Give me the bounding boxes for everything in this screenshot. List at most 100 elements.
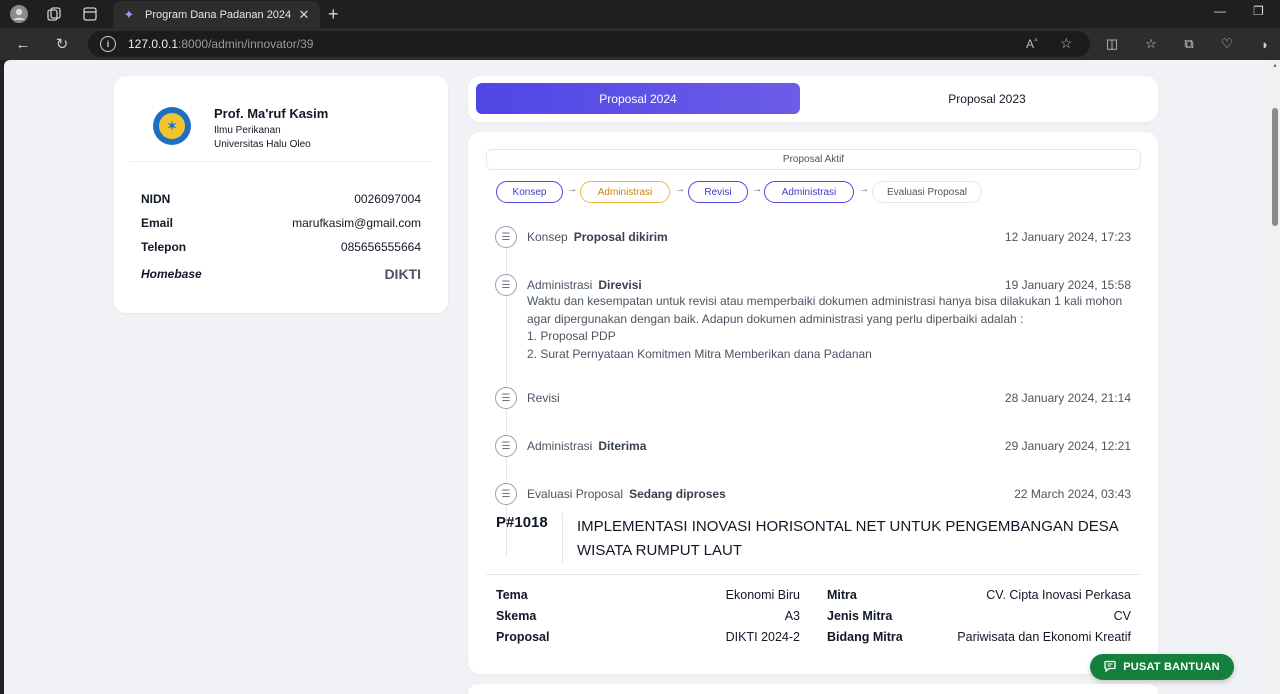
scroll-up-icon[interactable]: ▲ bbox=[1271, 63, 1279, 71]
tab-proposal-2024[interactable]: Proposal 2024 bbox=[476, 83, 800, 114]
detail-label: Jenis Mitra bbox=[827, 609, 893, 623]
profile-divider bbox=[130, 161, 432, 162]
scroll-thumb[interactable] bbox=[1272, 108, 1278, 226]
split-screen-icon[interactable]: ◫ bbox=[1101, 34, 1123, 54]
chat-icon bbox=[1104, 660, 1116, 675]
tab-title: Program Dana Padanan 2024 bbox=[145, 8, 292, 21]
site-info-icon[interactable]: i bbox=[100, 36, 116, 52]
detail-value: A3 bbox=[784, 609, 800, 623]
note-item: 1. Proposal PDP bbox=[527, 329, 616, 343]
detail-value: Ekonomi Biru bbox=[725, 588, 800, 602]
step-administrasi-1[interactable]: Administrasi bbox=[580, 181, 670, 203]
timeline-status: Diterima bbox=[598, 439, 647, 453]
timeline-item: Konsep Proposal dikirim 12 January 2024, … bbox=[527, 230, 1131, 244]
detail-label: Tema bbox=[496, 588, 528, 602]
row-label: Email bbox=[141, 216, 174, 230]
tab-close-icon[interactable]: ✕ bbox=[296, 7, 312, 23]
profile-avatar-icon[interactable] bbox=[8, 4, 30, 24]
detail-row-mitra: Mitra CV. Cipta Inovasi Perkasa bbox=[827, 588, 1131, 602]
detail-label: Mitra bbox=[827, 588, 857, 602]
proposal-divider bbox=[486, 574, 1141, 575]
timeline-stage: Evaluasi Proposal bbox=[527, 487, 624, 501]
browser-tab-active[interactable]: ✦ Program Dana Padanan 2024 ✕ bbox=[113, 1, 320, 28]
profile-university: Universitas Halu Oleo bbox=[214, 139, 311, 150]
next-card bbox=[468, 684, 1158, 694]
collections-toolbar-icon[interactable]: ⧉ bbox=[1178, 34, 1200, 54]
arrow-right-icon: → bbox=[675, 184, 685, 195]
timeline-stage: Revisi bbox=[527, 391, 560, 405]
detail-row-skema: Skema A3 bbox=[496, 609, 800, 623]
row-label: Homebase bbox=[141, 267, 202, 281]
collections-icon[interactable] bbox=[43, 4, 65, 24]
url-host: 127.0.0.1 bbox=[128, 37, 179, 51]
page-viewport: ✶ Prof. Ma'ruf Kasim Ilmu Perikanan Univ… bbox=[4, 60, 1270, 694]
site-favicon-icon: ✦ bbox=[123, 6, 135, 22]
restore-icon[interactable]: ❐ bbox=[1253, 4, 1264, 18]
address-bar[interactable]: i 127.0.0.1:8000/admin/innovator/39 Aᐞ ☆ bbox=[88, 31, 1090, 57]
timeline-item: Revisi 28 January 2024, 21:14 bbox=[527, 391, 1131, 405]
timeline-status: Direvisi bbox=[598, 278, 642, 292]
step-revisi[interactable]: Revisi bbox=[688, 181, 748, 203]
proposal-code: P#1018 bbox=[496, 514, 548, 531]
refresh-icon[interactable]: ↻ bbox=[51, 34, 73, 54]
sliders-icon: ☰ bbox=[495, 483, 517, 505]
arrow-right-icon: → bbox=[752, 184, 762, 195]
profile-row-telepon: Telepon 085656555664 bbox=[141, 240, 421, 254]
copilot-icon[interactable]: ◗ bbox=[1254, 34, 1276, 54]
detail-row-bidang-mitra: Bidang Mitra Pariwisata dan Ekonomi Krea… bbox=[827, 630, 1131, 644]
profile-name: Prof. Ma'ruf Kasim bbox=[214, 106, 329, 121]
timeline-time: 22 March 2024, 03:43 bbox=[1014, 487, 1131, 501]
proposal-title: IMPLEMENTASI INOVASI HORISONTAL NET UNTU… bbox=[577, 518, 1118, 559]
sliders-icon: ☰ bbox=[495, 274, 517, 296]
row-label: NIDN bbox=[141, 192, 171, 206]
timeline-status: Sedang diproses bbox=[629, 487, 726, 501]
institution-logo: ✶ bbox=[153, 107, 191, 145]
row-value: DIKTI bbox=[384, 266, 421, 282]
detail-value: CV bbox=[1113, 609, 1131, 623]
detail-value: CV. Cipta Inovasi Perkasa bbox=[986, 588, 1131, 602]
step-konsep[interactable]: Konsep bbox=[496, 181, 563, 203]
read-aloud-icon[interactable]: Aᐞ bbox=[1026, 37, 1038, 51]
favorites-icon[interactable]: ☆ bbox=[1140, 34, 1162, 54]
arrow-right-icon: → bbox=[859, 184, 869, 195]
timeline-item: Administrasi Direvisi 19 January 2024, 15… bbox=[527, 278, 1131, 292]
profile-field: Ilmu Perikanan bbox=[214, 125, 281, 136]
profile-row-nidn: NIDN 0026097004 bbox=[141, 192, 421, 206]
help-button-label: PUSAT BANTUAN bbox=[1123, 661, 1220, 673]
detail-value: Pariwisata dan Ekonomi Kreatif bbox=[957, 630, 1131, 644]
performance-icon[interactable]: ♡ bbox=[1216, 34, 1238, 54]
timeline-item: Administrasi Diterima 29 January 2024, 12… bbox=[527, 439, 1131, 453]
row-value: marufkasim@gmail.com bbox=[292, 216, 421, 230]
timeline-time: 19 January 2024, 15:58 bbox=[1004, 278, 1131, 292]
timeline-time: 28 January 2024, 21:14 bbox=[1004, 391, 1131, 405]
page-scrollbar[interactable]: ▲ bbox=[1270, 60, 1280, 694]
detail-label: Proposal bbox=[496, 630, 550, 644]
row-label: Telepon bbox=[141, 240, 187, 254]
active-proposal-label: Proposal Aktif bbox=[486, 149, 1141, 170]
timeline-time: 12 January 2024, 17:23 bbox=[1004, 230, 1131, 244]
profile-row-email: Email marufkasim@gmail.com bbox=[141, 216, 421, 230]
note-paragraph: Waktu dan kesempatan untuk revisi atau m… bbox=[527, 294, 1123, 326]
sliders-icon: ☰ bbox=[495, 387, 517, 409]
timeline-status: Proposal dikirim bbox=[573, 230, 668, 244]
back-icon[interactable]: ← bbox=[12, 34, 34, 54]
detail-value: DIKTI 2024-2 bbox=[725, 630, 800, 644]
detail-row-jenis-mitra: Jenis Mitra CV bbox=[827, 609, 1131, 623]
step-administrasi-2[interactable]: Administrasi bbox=[764, 181, 854, 203]
sliders-icon: ☰ bbox=[495, 226, 517, 248]
help-center-button[interactable]: PUSAT BANTUAN bbox=[1090, 654, 1234, 680]
browser-tabbar: ✦ Program Dana Padanan 2024 ✕ + — ❐ bbox=[0, 0, 1280, 28]
step-evaluasi-proposal[interactable]: Evaluasi Proposal bbox=[872, 181, 982, 203]
profile-row-homebase: Homebase DIKTI bbox=[141, 266, 421, 282]
new-tab-icon[interactable]: + bbox=[328, 4, 339, 24]
proposal-code-divider bbox=[562, 513, 563, 563]
vertical-tabs-icon[interactable] bbox=[79, 4, 101, 24]
timeline-time: 29 January 2024, 12:21 bbox=[1004, 439, 1131, 453]
minimize-icon[interactable]: — bbox=[1214, 4, 1226, 18]
favorite-star-icon[interactable]: ☆ bbox=[1060, 35, 1073, 52]
timeline-stage: Administrasi bbox=[527, 439, 593, 453]
tab-proposal-2023[interactable]: Proposal 2023 bbox=[824, 83, 1150, 114]
timeline-item: Evaluasi Proposal Sedang diproses 22 Marc… bbox=[527, 487, 1131, 501]
profile-card: ✶ Prof. Ma'ruf Kasim Ilmu Perikanan Univ… bbox=[114, 76, 448, 313]
detail-row-proposal: Proposal DIKTI 2024-2 bbox=[496, 630, 800, 644]
